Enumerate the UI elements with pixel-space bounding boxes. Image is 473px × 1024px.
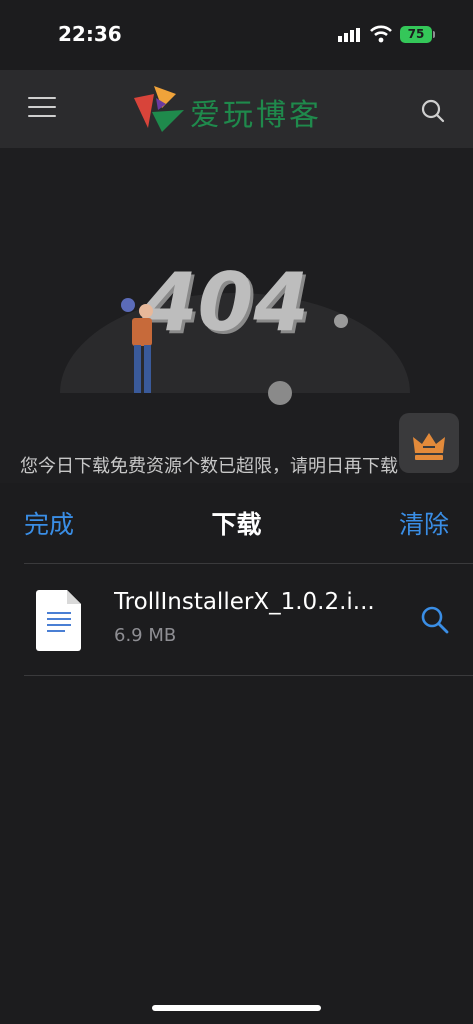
hamburger-menu-icon[interactable]: [28, 97, 56, 119]
crown-icon: [413, 433, 445, 460]
logo-mark-icon: [134, 86, 184, 132]
downloads-sheet: 下载 完成 清除 TrollInstallerX_1.0.2.i... 6.9 …: [0, 483, 473, 1024]
download-item[interactable]: TrollInstallerX_1.0.2.i... 6.9 MB: [0, 565, 473, 675]
battery-level: 75: [407, 27, 425, 41]
search-icon[interactable]: [420, 98, 446, 124]
document-icon: [36, 590, 81, 651]
divider: [24, 563, 473, 564]
vip-badge[interactable]: [399, 413, 459, 473]
home-indicator[interactable]: [152, 1005, 321, 1011]
done-button[interactable]: 完成: [24, 505, 74, 541]
404-illustration: 404 404: [60, 256, 410, 413]
clear-button[interactable]: 清除: [399, 505, 449, 541]
battery-tip: [433, 31, 435, 38]
svg-text:404: 404: [141, 256, 309, 349]
site-logo-text[interactable]: 爱玩博客: [190, 90, 322, 134]
magnifier-icon[interactable]: [420, 605, 450, 635]
download-limit-notice: 您今日下载免费资源个数已超限，请明日再下载: [20, 456, 398, 477]
status-time: 22:36: [58, 22, 122, 46]
page-body: 404 404 您今日下载免费资源个数已超限，请明日再下载: [0, 148, 473, 488]
divider: [24, 675, 473, 676]
screen: 22:36 75 爱玩博客 404 404 您今日下载免费资源个数已超限，请明日…: [0, 0, 473, 1024]
file-size: 6.9 MB: [114, 625, 177, 646]
cellular-signal-icon: [338, 28, 360, 42]
wifi-icon: [370, 25, 392, 43]
site-header: 爱玩博客: [0, 70, 473, 148]
file-name: TrollInstallerX_1.0.2.i...: [114, 589, 375, 615]
battery-indicator: 75: [400, 26, 432, 43]
status-bar: 22:36 75: [0, 0, 473, 70]
